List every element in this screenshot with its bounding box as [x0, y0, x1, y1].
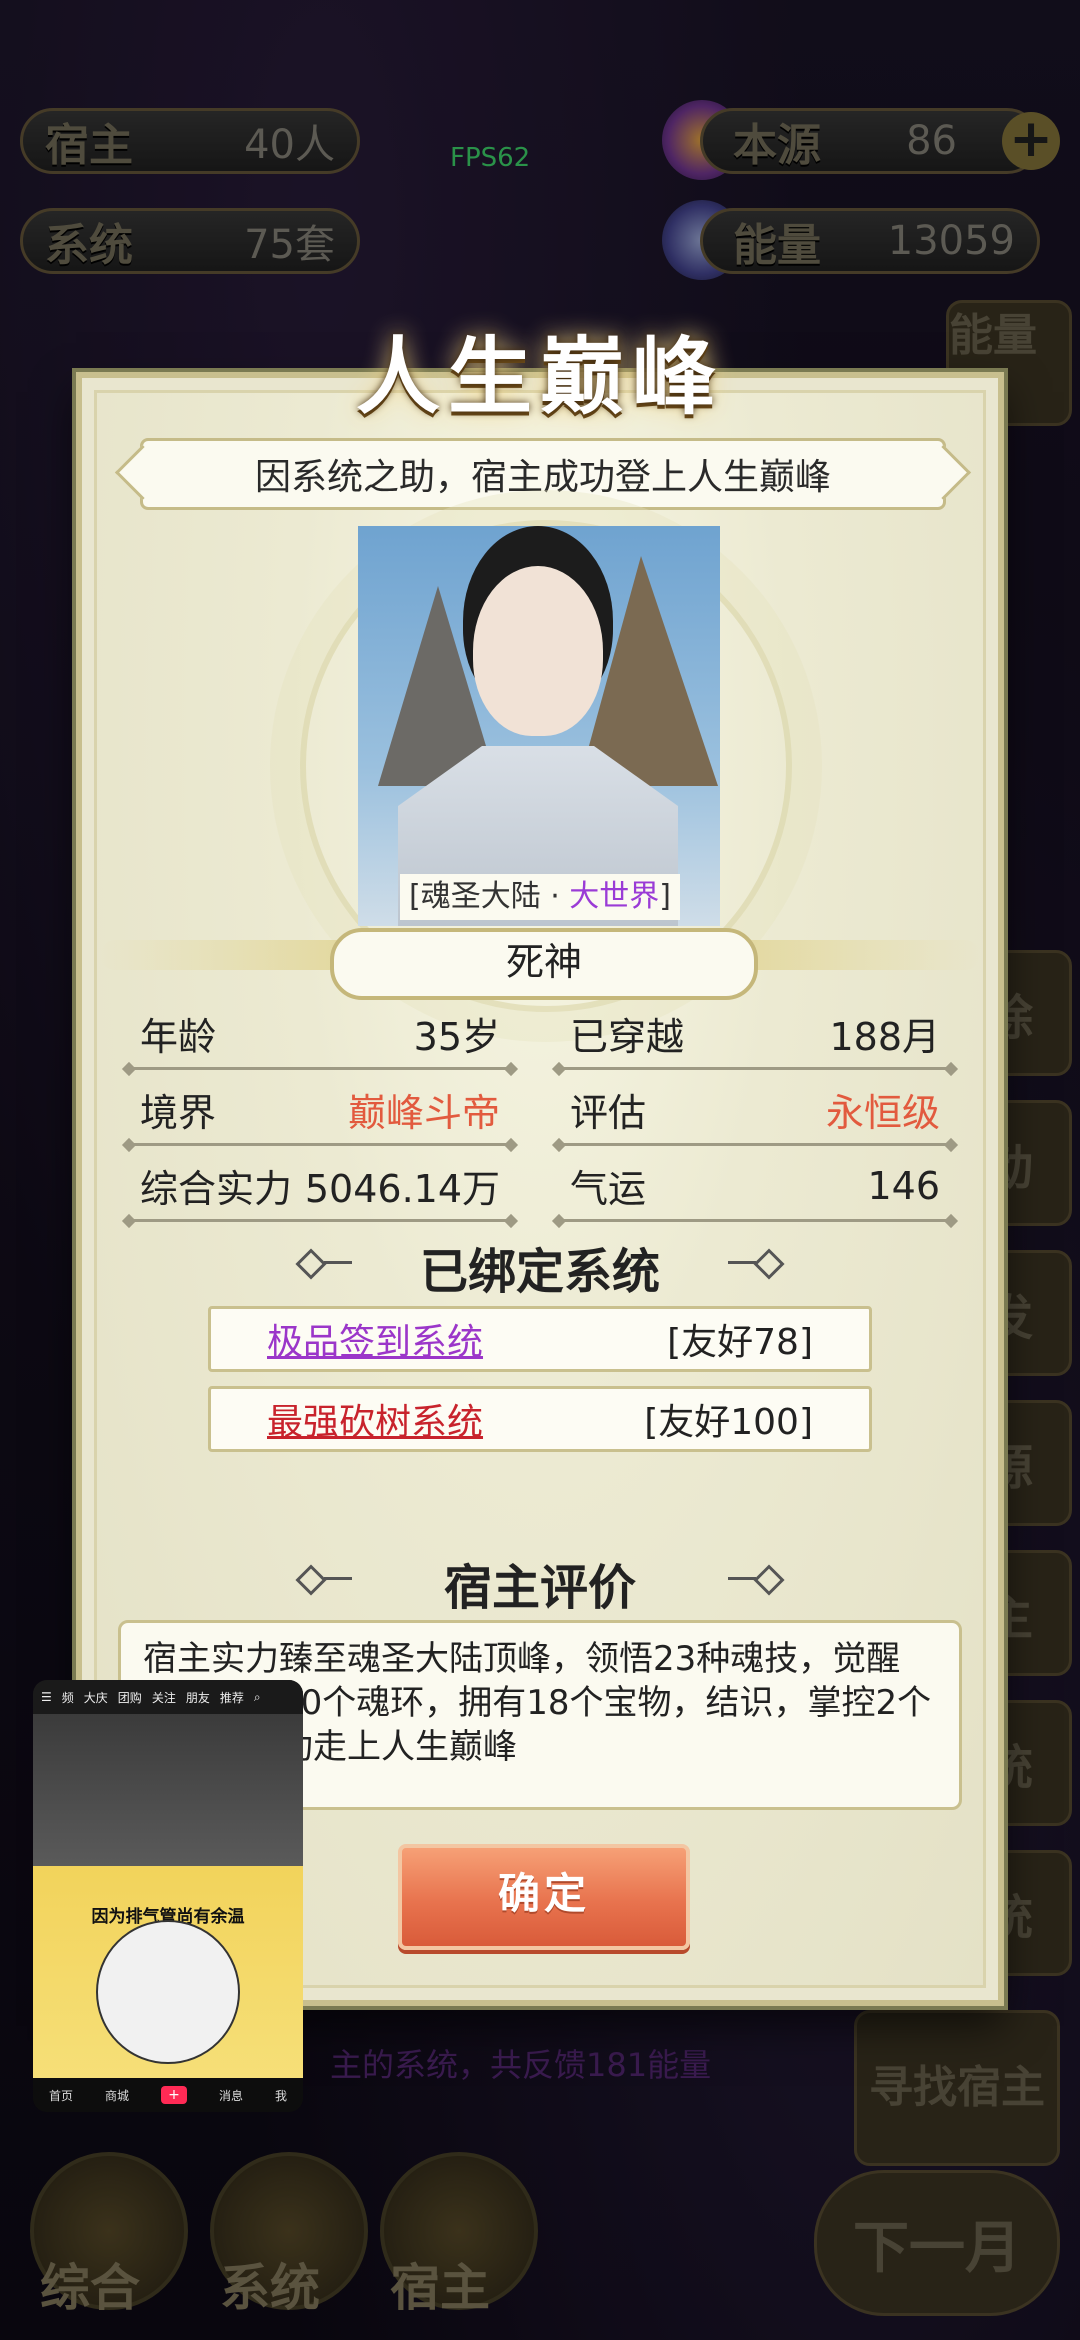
world-tag: [魂圣大陆 · 大世界]	[400, 874, 680, 920]
stat-rating: 评估 永恒级	[560, 1076, 950, 1146]
pip-nav-me[interactable]: 我	[275, 2087, 287, 2104]
pip-nav-create[interactable]: +	[160, 2086, 187, 2104]
dialog-title: 人生巅峰	[355, 327, 724, 426]
pip-nav-messages[interactable]: 消息	[219, 2087, 243, 2104]
host-evaluation-title: 宿主评价	[443, 1560, 636, 1616]
system-row-2[interactable]: 最强砍树系统 [友好100]	[208, 1386, 872, 1452]
world-scope: 大世界	[569, 879, 660, 914]
dialog-subtitle: 因系统之助，宿主成功登上人生巅峰	[140, 438, 946, 510]
system-name-link[interactable]: 极品签到系统	[267, 1313, 483, 1365]
stat-label: 综合实力	[140, 1167, 293, 1211]
world-bracket: ]	[659, 879, 672, 914]
host-portrait-image	[358, 526, 720, 926]
pip-tab[interactable]: 朋友	[186, 1689, 210, 1706]
stat-value: 35岁	[413, 1015, 500, 1059]
system-favor: [友好100]	[644, 1402, 813, 1443]
stat-label: 年龄	[140, 1015, 217, 1059]
stat-age: 年龄 35岁	[130, 1000, 510, 1070]
bound-systems-title: 已绑定系统	[419, 1244, 660, 1300]
menu-icon[interactable]: ☰	[41, 1690, 52, 1704]
stat-label: 气运	[570, 1167, 647, 1211]
system-row-1[interactable]: 极品签到系统 [友好78]	[208, 1306, 872, 1372]
pip-tab[interactable]: 频	[62, 1689, 74, 1706]
pip-tab[interactable]: 团购	[118, 1689, 142, 1706]
wing-decoration-left	[100, 940, 360, 970]
stat-realm: 境界 巅峰斗帝	[130, 1076, 510, 1146]
stat-label: 评估	[570, 1091, 647, 1135]
stat-traveled: 已穿越 188月	[560, 1000, 950, 1070]
wing-decoration-right	[720, 940, 980, 970]
system-favor: [友好78]	[667, 1322, 813, 1363]
pip-tab[interactable]: 关注	[152, 1689, 176, 1706]
ornament-right-icon	[724, 1566, 784, 1590]
stat-power: 综合实力 5046.14万	[130, 1152, 510, 1222]
stat-value: 5046.14万	[304, 1167, 500, 1211]
pip-nav-mall[interactable]: 商城	[105, 2087, 129, 2104]
stat-value: 146	[867, 1163, 940, 1208]
system-name-link[interactable]: 最强砍树系统	[267, 1393, 483, 1445]
world-name: [魂圣大陆 ·	[408, 879, 570, 914]
pip-tab[interactable]: 大庆	[84, 1689, 108, 1706]
host-name-plate: 死神	[330, 928, 758, 1000]
confirm-button[interactable]: 确定	[398, 1844, 690, 1950]
stat-value: 188月	[829, 1015, 940, 1059]
ornament-right-icon	[724, 1250, 784, 1274]
stat-value: 永恒级	[825, 1091, 940, 1135]
stat-value: 巅峰斗帝	[347, 1091, 500, 1135]
stat-label: 已穿越	[570, 1015, 685, 1059]
pip-nav-home[interactable]: 首页	[49, 2087, 73, 2104]
stat-label: 境界	[140, 1091, 217, 1135]
pip-face-icon	[96, 1920, 240, 2064]
pip-tab[interactable]: 推荐	[220, 1689, 244, 1706]
pip-top-tabs: ☰ 频 大庆 团购 关注 朋友 推荐 ⌕	[33, 1680, 303, 1714]
character-head	[473, 566, 603, 736]
search-icon[interactable]: ⌕	[254, 1690, 261, 1705]
pip-bottom-nav: 首页 商城 + 消息 我	[33, 2078, 303, 2112]
stat-luck: 气运 146	[560, 1152, 950, 1222]
